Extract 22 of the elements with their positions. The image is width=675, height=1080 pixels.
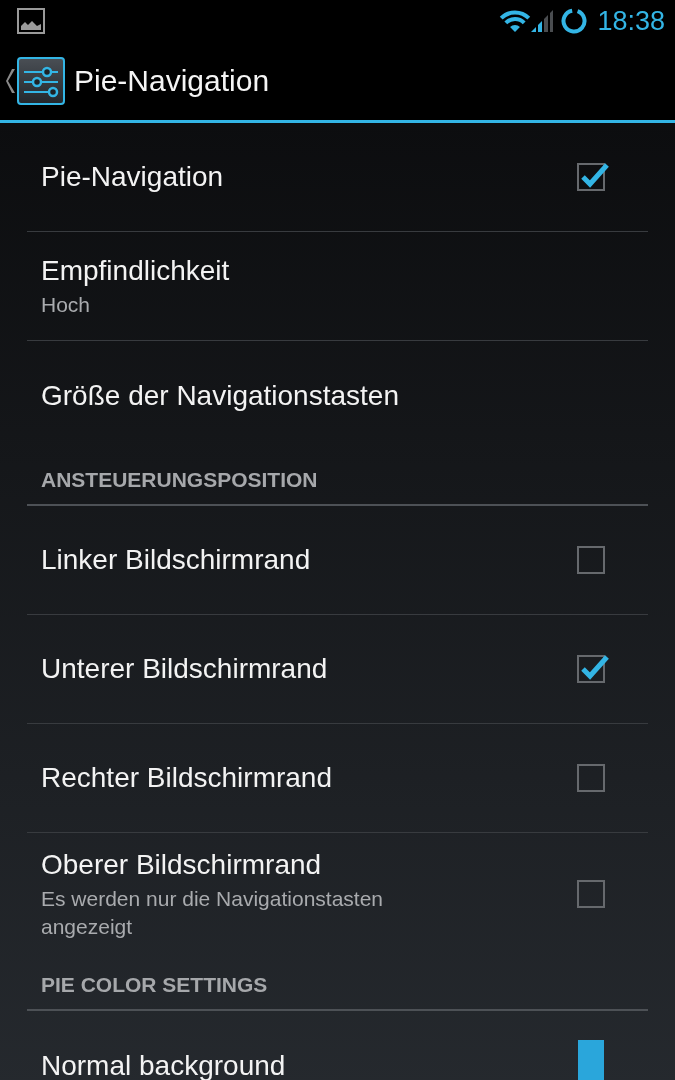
- sliders-icon: [17, 57, 65, 105]
- preference-title[interactable]: Rechter Bildschirmrand: [41, 760, 577, 796]
- section-header: ANSTEUERUNGSPOSITION: [27, 450, 648, 506]
- preference-summary: Hoch: [41, 292, 92, 318]
- section-header: PIE COLOR SETTINGS: [27, 955, 648, 1011]
- screen-title: Pie-Navigation: [74, 63, 270, 99]
- preference-summary: Es werden nur die Navigationstasten angezeigt: [41, 886, 385, 940]
- ring-icon: [561, 8, 588, 34]
- wifi-icon: [499, 9, 532, 33]
- clock-time: 18:38: [597, 5, 665, 37]
- signal-icon: [531, 10, 554, 32]
- preference-title[interactable]: Unterer Bildschirmrand: [41, 651, 577, 687]
- preference-title[interactable]: Pie-Navigation: [41, 159, 577, 195]
- color-swatch-icon[interactable]: [578, 1039, 604, 1080]
- picture-icon: [17, 8, 45, 34]
- preference-title[interactable]: Empfindlichkeit: [41, 253, 611, 289]
- up-button[interactable]: [6, 57, 65, 105]
- preference-title[interactable]: Größe der Navigationstasten: [41, 377, 611, 414]
- preference-title[interactable]: Normal background: [41, 1047, 578, 1080]
- caret-icon: [6, 69, 15, 93]
- preference-title[interactable]: Oberer Bildschirmrand: [41, 847, 577, 883]
- preference-title[interactable]: Linker Bildschirmrand: [41, 542, 577, 578]
